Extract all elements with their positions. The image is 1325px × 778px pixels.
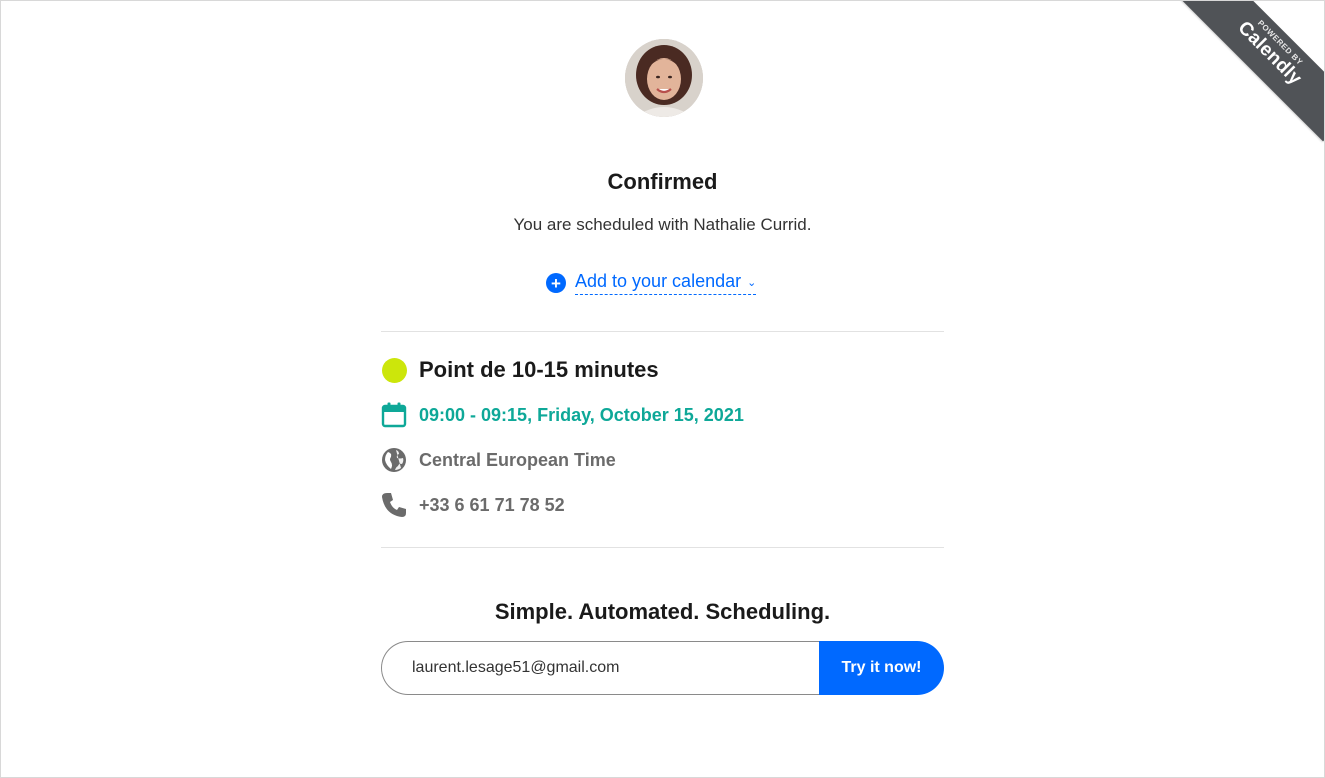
event-timezone-row: Central European Time: [381, 447, 616, 473]
event-timezone: Central European Time: [419, 449, 616, 470]
avatar: [625, 39, 703, 117]
event-datetime-row: 09:00 - 09:15, Friday, October 15, 2021: [381, 402, 744, 428]
event-color-dot: [381, 357, 407, 383]
phone-icon: [381, 492, 407, 518]
page-title: Confirmed: [607, 169, 718, 194]
event-datetime: 09:00 - 09:15, Friday, October 15, 2021: [419, 404, 744, 425]
event-name: Point de 10-15 minutes: [419, 357, 659, 382]
email-field[interactable]: [381, 641, 819, 695]
try-it-now-button[interactable]: Try it now!: [819, 641, 944, 695]
event-phone: +33 6 61 71 78 52: [419, 494, 565, 515]
signup-form: Try it now!: [381, 641, 944, 695]
event-phone-row: +33 6 61 71 78 52: [381, 492, 565, 518]
add-to-calendar-button[interactable]: + Add to your calendar ⌄: [546, 271, 757, 295]
promo-title: Simple. Automated. Scheduling.: [494, 599, 831, 624]
scheduled-with-text: You are scheduled with Nathalie Currid.: [513, 215, 812, 234]
calendar-icon: [381, 402, 407, 428]
event-name-row: Point de 10-15 minutes: [381, 357, 659, 383]
divider: [381, 331, 944, 332]
globe-icon: [381, 447, 407, 473]
add-to-calendar-label: Add to your calendar: [575, 271, 742, 291]
divider: [381, 547, 944, 548]
confirmation-page: Powered by Calendly Confirmed You are sc…: [0, 0, 1325, 778]
powered-by-calendly-badge[interactable]: Powered by Calendly: [1181, 1, 1324, 142]
plus-circle-icon: +: [546, 273, 566, 293]
chevron-down-icon: ⌄: [747, 277, 757, 289]
